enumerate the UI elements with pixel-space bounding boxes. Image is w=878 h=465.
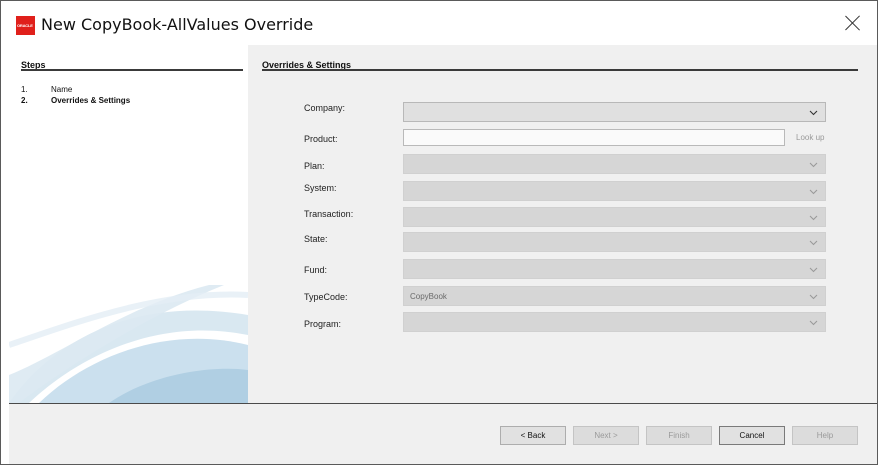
chevron-down-icon [809, 238, 818, 247]
steps-panel: Steps 1. Name 2. Overrides & Settings [9, 45, 248, 403]
step-label: Overrides & Settings [51, 96, 131, 105]
state-label: State: [304, 234, 328, 244]
cancel-button[interactable]: Cancel [719, 426, 785, 445]
typecode-label: TypeCode: [304, 292, 348, 302]
program-select[interactable] [403, 312, 826, 332]
typecode-select[interactable]: CopyBook [403, 286, 826, 306]
company-label: Company: [304, 103, 346, 113]
chevron-down-icon [809, 265, 818, 274]
oracle-logo-icon: ORACLE [16, 16, 35, 35]
overrides-panel: Overrides & Settings Company: Product: L… [248, 45, 877, 403]
product-label: Product: [304, 134, 338, 144]
typecode-value: CopyBook [410, 292, 447, 301]
program-label: Program: [304, 319, 342, 329]
step-number: 2. [21, 96, 28, 105]
chevron-down-icon [809, 318, 818, 327]
title-bar: ORACLE New CopyBook-AllValues Override [1, 1, 877, 45]
transaction-label: Transaction: [304, 209, 354, 219]
plan-select[interactable] [403, 154, 826, 174]
chevron-down-icon [809, 108, 818, 117]
system-label: System: [304, 183, 337, 193]
steps-divider [21, 69, 243, 71]
logo-text: ORACLE [17, 23, 33, 28]
chevron-down-icon [809, 187, 818, 196]
overrides-divider [262, 69, 858, 71]
decorative-swoosh [9, 285, 248, 403]
product-input[interactable] [403, 129, 785, 146]
window-title: New CopyBook-AllValues Override [41, 15, 314, 34]
fund-label: Fund: [304, 265, 328, 275]
next-button[interactable]: Next > [573, 426, 639, 445]
finish-button[interactable]: Finish [646, 426, 712, 445]
dialog-window: ORACLE New CopyBook-AllValues Override S… [0, 0, 878, 465]
plan-label: Plan: [304, 161, 325, 171]
chevron-down-icon [809, 213, 818, 222]
step-number: 1. [21, 85, 28, 94]
fund-select[interactable] [403, 259, 826, 279]
state-select[interactable] [403, 232, 826, 252]
system-select[interactable] [403, 181, 826, 201]
help-button[interactable]: Help [792, 426, 858, 445]
back-button[interactable]: < Back [500, 426, 566, 445]
chevron-down-icon [809, 160, 818, 169]
close-icon[interactable] [843, 13, 863, 33]
chevron-down-icon [809, 292, 818, 301]
product-lookup-link[interactable]: Look up [796, 133, 824, 142]
step-label: Name [51, 85, 73, 94]
wizard-footer: < Back Next > Finish Cancel Help [9, 403, 877, 464]
transaction-select[interactable] [403, 207, 826, 227]
company-select[interactable] [403, 102, 826, 122]
